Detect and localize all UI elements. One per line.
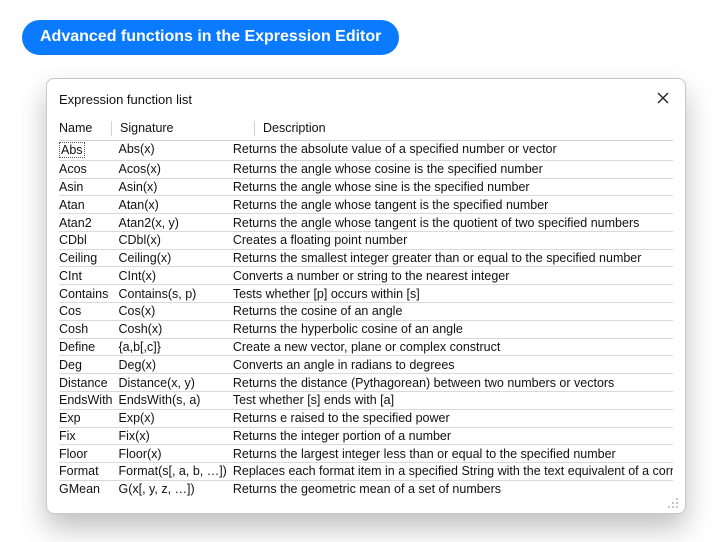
table-row[interactable]: ExpExp(x)Returns e raised to the specifi… <box>59 409 673 427</box>
cell-signature: Deg(x) <box>119 356 233 374</box>
cell-signature: EndsWith(s, a) <box>119 391 233 409</box>
dialog-titlebar: Expression function list <box>47 79 685 115</box>
cell-description: Returns the largest integer less than or… <box>233 445 673 463</box>
cell-description: Returns the absolute value of a specifie… <box>233 141 673 161</box>
cell-name: Atan <box>59 196 119 214</box>
table-row[interactable]: AtanAtan(x)Returns the angle whose tange… <box>59 196 673 214</box>
cell-name: Define <box>59 338 119 356</box>
cell-signature: Format(s[, a, b, …]) <box>119 463 233 481</box>
cell-description: Returns the angle whose tangent is the s… <box>233 196 673 214</box>
cell-description: Returns the cosine of an angle <box>233 303 673 321</box>
cell-signature: Ceiling(x) <box>119 249 233 267</box>
table-row[interactable]: AsinAsin(x)Returns the angle whose sine … <box>59 178 673 196</box>
table-row[interactable]: DegDeg(x)Converts an angle in radians to… <box>59 356 673 374</box>
cell-description: Converts an angle in radians to degrees <box>233 356 673 374</box>
table-row[interactable]: Define{a,b[,c]}Create a new vector, plan… <box>59 338 673 356</box>
cell-description: Returns the angle whose cosine is the sp… <box>233 160 673 178</box>
cell-signature: Atan2(x, y) <box>119 214 233 232</box>
table-row[interactable]: CeilingCeiling(x)Returns the smallest in… <box>59 249 673 267</box>
cell-signature: Atan(x) <box>119 196 233 214</box>
cell-description: Converts a number or string to the neare… <box>233 267 673 285</box>
table-row[interactable]: CIntCInt(x)Converts a number or string t… <box>59 267 673 285</box>
resize-grip[interactable] <box>667 497 679 509</box>
cell-signature: Asin(x) <box>119 178 233 196</box>
close-icon <box>657 91 669 107</box>
cell-description: Returns the angle whose sine is the spec… <box>233 178 673 196</box>
cell-name: Distance <box>59 374 119 392</box>
cell-name: Contains <box>59 285 119 303</box>
cell-name: Asin <box>59 178 119 196</box>
cell-description: Tests whether [p] occurs within [s] <box>233 285 673 303</box>
table-row[interactable]: CoshCosh(x)Returns the hyperbolic cosine… <box>59 320 673 338</box>
function-list-dialog: Expression function list Name Signature … <box>46 78 686 514</box>
cell-signature: Contains(s, p) <box>119 285 233 303</box>
cell-name: Floor <box>59 445 119 463</box>
table-row[interactable]: FixFix(x)Returns the integer portion of … <box>59 427 673 445</box>
table-row[interactable]: EndsWithEndsWith(s, a)Test whether [s] e… <box>59 391 673 409</box>
table-row[interactable]: FloorFloor(x)Returns the largest integer… <box>59 445 673 463</box>
cell-name: Exp <box>59 409 119 427</box>
cell-name: Abs <box>59 141 119 161</box>
cell-signature: G(x[, y, z, …]) <box>119 480 233 497</box>
cell-name: CInt <box>59 267 119 285</box>
cell-description: Test whether [s] ends with [a] <box>233 391 673 409</box>
cell-name: Acos <box>59 160 119 178</box>
table-row[interactable]: ContainsContains(s, p)Tests whether [p] … <box>59 285 673 303</box>
cell-description: Creates a floating point number <box>233 231 673 249</box>
cell-name: Cosh <box>59 320 119 338</box>
header-separator[interactable] <box>111 121 112 136</box>
cell-description: Replaces each format item in a specified… <box>233 463 673 481</box>
cell-description: Returns the distance (Pythagorean) betwe… <box>233 374 673 392</box>
table-row[interactable]: FormatFormat(s[, a, b, …])Replaces each … <box>59 463 673 481</box>
cell-description: Returns the geometric mean of a set of n… <box>233 480 673 497</box>
cell-signature: Fix(x) <box>119 427 233 445</box>
cell-signature: CInt(x) <box>119 267 233 285</box>
cell-name: GMean <box>59 480 119 497</box>
header-separator[interactable] <box>254 121 255 136</box>
cell-signature: Cos(x) <box>119 303 233 321</box>
cell-signature: Abs(x) <box>119 141 233 161</box>
cell-signature: Distance(x, y) <box>119 374 233 392</box>
cell-description: Returns the integer portion of a number <box>233 427 673 445</box>
cell-name: Atan2 <box>59 214 119 232</box>
cell-name: Deg <box>59 356 119 374</box>
cell-name: Fix <box>59 427 119 445</box>
cell-name: CDbl <box>59 231 119 249</box>
cell-signature: {a,b[,c]} <box>119 338 233 356</box>
cell-signature: Exp(x) <box>119 409 233 427</box>
cell-name: Ceiling <box>59 249 119 267</box>
cell-description: Returns the smallest integer greater tha… <box>233 249 673 267</box>
table-row[interactable]: AcosAcos(x)Returns the angle whose cosin… <box>59 160 673 178</box>
cell-description: Returns e raised to the specified power <box>233 409 673 427</box>
cell-description: Create a new vector, plane or complex co… <box>233 338 673 356</box>
dialog-title: Expression function list <box>59 92 653 107</box>
cell-signature: Cosh(x) <box>119 320 233 338</box>
table-row[interactable]: GMeanG(x[, y, z, …])Returns the geometri… <box>59 480 673 497</box>
close-button[interactable] <box>653 89 673 109</box>
cell-signature: CDbl(x) <box>119 231 233 249</box>
table-scroll-area[interactable]: AbsAbs(x)Returns the absolute value of a… <box>59 140 673 505</box>
cell-description: Returns the angle whose tangent is the q… <box>233 214 673 232</box>
function-table: AbsAbs(x)Returns the absolute value of a… <box>59 140 673 498</box>
header-signature[interactable]: Signature <box>120 121 256 136</box>
header-description[interactable]: Description <box>263 121 673 136</box>
cell-signature: Acos(x) <box>119 160 233 178</box>
header-name[interactable]: Name <box>59 121 113 136</box>
table-row[interactable]: AbsAbs(x)Returns the absolute value of a… <box>59 141 673 161</box>
cell-name: Cos <box>59 303 119 321</box>
table-row[interactable]: DistanceDistance(x, y)Returns the distan… <box>59 374 673 392</box>
cell-description: Returns the hyperbolic cosine of an angl… <box>233 320 673 338</box>
cell-signature: Floor(x) <box>119 445 233 463</box>
table-row[interactable]: CosCos(x)Returns the cosine of an angle <box>59 303 673 321</box>
cell-name: EndsWith <box>59 391 119 409</box>
page-heading: Advanced functions in the Expression Edi… <box>22 20 399 55</box>
cell-name: Format <box>59 463 119 481</box>
column-headers: Name Signature Description <box>47 115 685 140</box>
table-row[interactable]: Atan2Atan2(x, y)Returns the angle whose … <box>59 214 673 232</box>
table-row[interactable]: CDblCDbl(x)Creates a floating point numb… <box>59 231 673 249</box>
